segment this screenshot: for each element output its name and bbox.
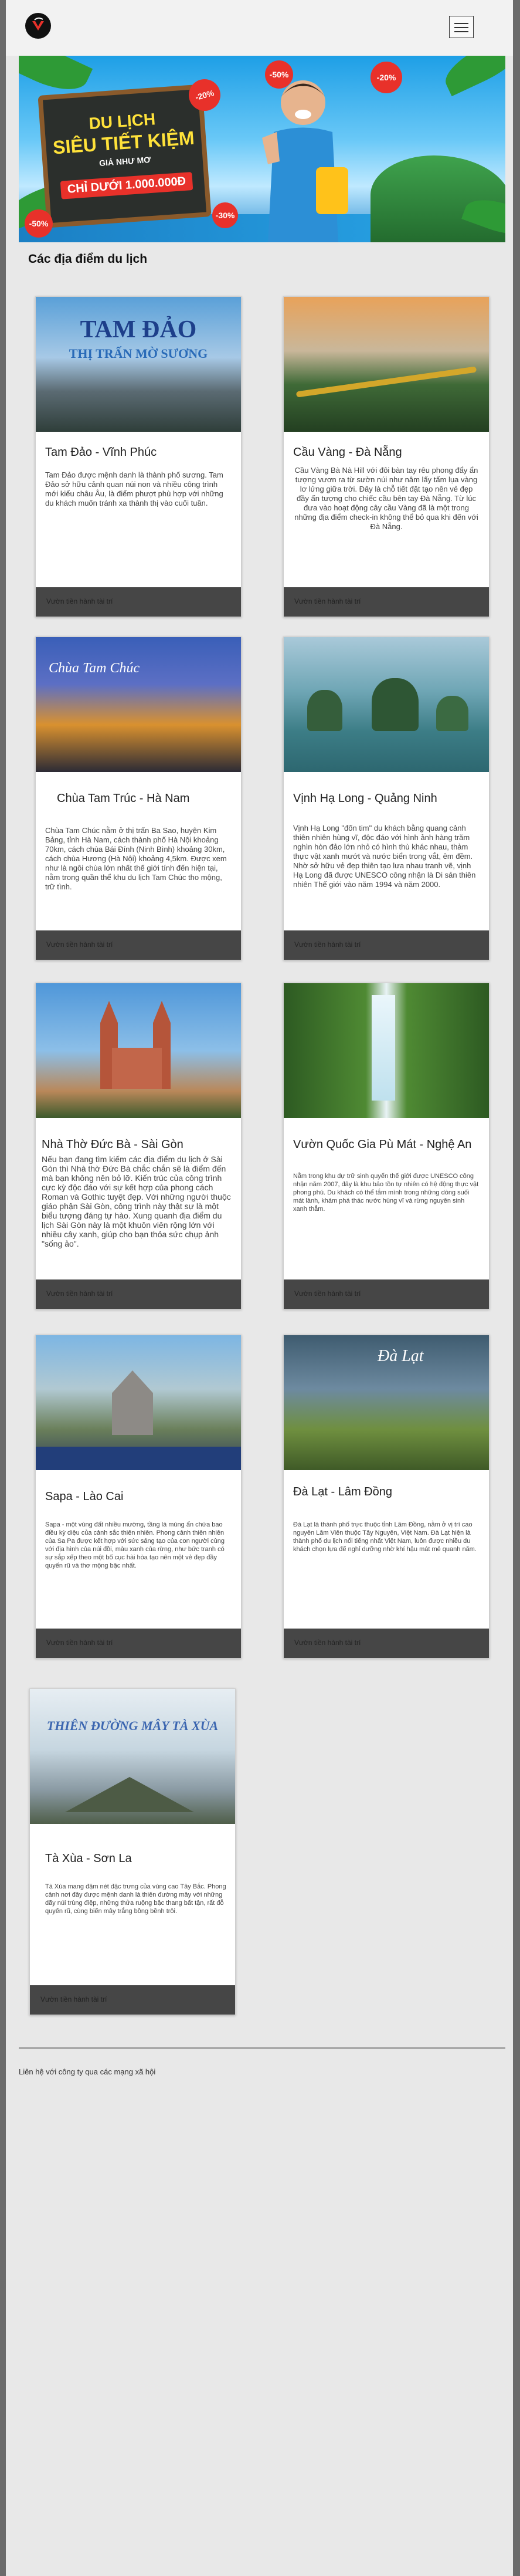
destination-card[interactable]: Nhà Thờ Đức Bà - Sài Gòn Nếu bạn đang tì…: [35, 983, 242, 1309]
discount-badge: -50%: [265, 60, 293, 89]
discount-badge: -30%: [212, 202, 238, 228]
card-title[interactable]: Đà Lạt - Lâm Đồng: [293, 1485, 392, 1499]
card-description: Tam Đảo được mệnh danh là thành phố sươn…: [45, 470, 223, 507]
image-caption: Chùa Tam Chúc: [49, 661, 140, 676]
discount-badge: -20%: [371, 62, 402, 93]
card-footer: Vườn tiền hành tài trí: [284, 587, 489, 617]
card-footer: Vườn tiền hành tài trí: [284, 1279, 489, 1309]
destination-image[interactable]: [284, 297, 489, 432]
card-link[interactable]: Vườn tiền hành tài trí: [46, 597, 113, 605]
banner-island: [371, 155, 505, 242]
waterfall-shape: [372, 995, 395, 1101]
destination-card[interactable]: Vịnh Hạ Long - Quảng Ninh Vịnh Hạ Long "…: [283, 637, 490, 960]
card-link[interactable]: Vườn tiền hành tài trí: [46, 940, 113, 949]
image-subcaption: THỊ TRẤN MỜ SƯƠNG: [69, 346, 208, 361]
destination-image[interactable]: THIÊN ĐƯỜNG MÂY TÀ XÙA: [30, 1689, 235, 1824]
menu-line: [454, 23, 468, 24]
card-link[interactable]: Vườn tiền hành tài trí: [46, 1289, 113, 1298]
card-link[interactable]: Vườn tiền hành tài trí: [294, 597, 361, 605]
golden-bridge-shape: [295, 366, 477, 398]
destination-image[interactable]: TAM ĐẢO THỊ TRẤN MỜ SƯƠNG: [36, 297, 241, 432]
destination-card[interactable]: Đà Lạt Đà Lạt - Lâm Đồng Đà Lạt là thành…: [283, 1335, 490, 1658]
destination-card[interactable]: TAM ĐẢO THỊ TRẤN MỜ SƯƠNG Tam Đảo - Vĩnh…: [35, 296, 242, 617]
discount-badge: -50%: [25, 209, 53, 238]
church-body-shape: [112, 1048, 162, 1089]
stone-church-shape: [112, 1370, 153, 1435]
card-footer: Vườn tiền hành tài trí: [36, 930, 241, 960]
site-header: [6, 0, 513, 56]
footer-divider: [19, 2047, 505, 2049]
menu-line: [454, 31, 468, 32]
palm-leaf: [438, 56, 505, 97]
card-description: Vịnh Hạ Long "đốn tim" du khách bằng qua…: [293, 824, 476, 889]
destination-card[interactable]: THIÊN ĐƯỜNG MÂY TÀ XÙA Tà Xùa - Sơn La T…: [29, 1688, 236, 2015]
karst-island-shape: [372, 678, 419, 731]
destination-card[interactable]: Chùa Tam Chúc Chùa Tam Trúc - Hà Nam Chù…: [35, 637, 242, 960]
mountain-ridge-shape: [65, 1777, 194, 1812]
destination-image[interactable]: [36, 983, 241, 1118]
card-description: Đà Lạt là thành phố trực thuộc tỉnh Lâm …: [293, 1521, 477, 1553]
card-description: Nếu bạn đang tìm kiếm các địa điểm du lị…: [42, 1155, 231, 1248]
travel-logo-icon[interactable]: [25, 13, 51, 39]
card-title[interactable]: Vườn Quốc Gia Pù Mát - Nghệ An: [293, 1138, 471, 1152]
banner-price: CHỈ DƯỚI 1.000.000Đ: [60, 172, 193, 199]
karst-island-shape: [436, 696, 468, 731]
market-tents-shape: [36, 1447, 241, 1470]
card-footer: Vườn tiền hành tài trí: [36, 1629, 241, 1658]
card-title[interactable]: Nhà Thờ Đức Bà - Sài Gòn: [42, 1138, 183, 1152]
destination-card[interactable]: Sapa - Lào Cai Sapa - một vùng đất nhiều…: [35, 1335, 242, 1658]
card-link[interactable]: Vườn tiền hành tài trí: [294, 1639, 361, 1647]
menu-line: [454, 27, 468, 28]
promo-banner[interactable]: DU LỊCH SIÊU TIẾT KIỆM GIÁ NHƯ MƠ CHỈ DƯ…: [19, 56, 505, 242]
image-caption: TAM ĐẢO: [80, 316, 197, 343]
destination-card[interactable]: Cầu Vàng - Đà Nẵng Cầu Vàng Bà Nà Hill v…: [283, 296, 490, 617]
hamburger-menu-icon[interactable]: [449, 16, 474, 38]
card-title[interactable]: Sapa - Lào Cai: [45, 1490, 123, 1504]
destination-image[interactable]: Đà Lạt: [284, 1335, 489, 1470]
card-description: Nằm trong khu dự trữ sinh quyển thế giới…: [293, 1173, 479, 1213]
traveler-illustration: [262, 80, 348, 242]
footer-contact-text: Liên hệ với công ty qua các mạng xã hội: [19, 2067, 156, 2076]
karst-island-shape: [307, 690, 342, 731]
card-title[interactable]: Tam Đảo - Vĩnh Phúc: [45, 446, 157, 459]
destination-card[interactable]: Vườn Quốc Gia Pù Mát - Nghệ An Nằm trong…: [283, 983, 490, 1309]
card-link[interactable]: Vườn tiền hành tài trí: [46, 1639, 113, 1647]
section-title: Các địa điểm du lịch: [28, 252, 148, 266]
promo-board: DU LỊCH SIÊU TIẾT KIỆM GIÁ NHƯ MƠ CHỈ DƯ…: [38, 84, 212, 228]
card-title[interactable]: Cầu Vàng - Đà Nẵng: [293, 446, 402, 459]
destination-image[interactable]: [284, 983, 489, 1118]
image-caption: Đà Lạt: [378, 1347, 424, 1365]
image-caption: THIÊN ĐƯỜNG MÂY TÀ XÙA: [46, 1718, 219, 1733]
card-footer: Vườn tiền hành tài trí: [30, 1985, 235, 2015]
destination-image[interactable]: Chùa Tam Chúc: [36, 637, 241, 772]
card-description: Sapa - một vùng đất nhiều mường, tầng lá…: [45, 1521, 225, 1569]
card-link[interactable]: Vườn tiền hành tài trí: [294, 940, 361, 949]
card-footer: Vườn tiền hành tài trí: [284, 1629, 489, 1658]
card-title[interactable]: Vịnh Hạ Long - Quảng Ninh: [293, 792, 437, 805]
card-description: Cầu Vàng Bà Nà Hill với đôi bàn tay rêu …: [294, 466, 478, 531]
page: DU LỊCH SIÊU TIẾT KIỆM GIÁ NHƯ MƠ CHỈ DƯ…: [6, 0, 513, 2576]
card-footer: Vườn tiền hành tài trí: [36, 587, 241, 617]
card-title[interactable]: Chùa Tam Trúc - Hà Nam: [57, 792, 189, 805]
destination-image[interactable]: [36, 1335, 241, 1470]
card-description: Chùa Tam Chúc nằm ở thị trấn Ba Sao, huy…: [45, 826, 227, 891]
card-link[interactable]: Vườn tiền hành tài trí: [40, 1995, 107, 2003]
card-footer: Vườn tiền hành tài trí: [36, 1279, 241, 1309]
card-footer: Vườn tiền hành tài trí: [284, 930, 489, 960]
card-title[interactable]: Tà Xùa - Sơn La: [45, 1852, 132, 1866]
destination-image[interactable]: [284, 637, 489, 772]
card-link[interactable]: Vườn tiền hành tài trí: [294, 1289, 361, 1298]
card-description: Tà Xùa mang đậm nét đặc trưng của vùng c…: [45, 1883, 226, 1915]
